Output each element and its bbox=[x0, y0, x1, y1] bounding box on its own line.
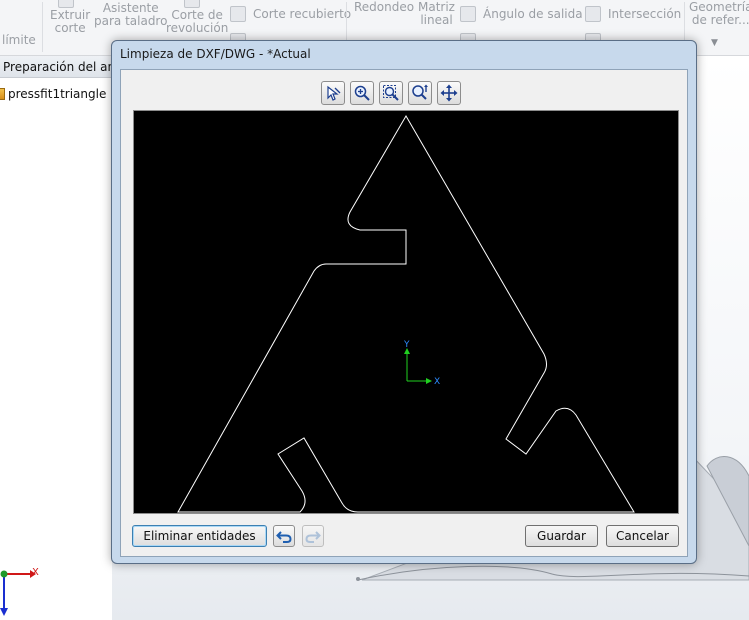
tab-label: Preparación del anál bbox=[3, 60, 126, 74]
extrude-cut-icon bbox=[58, 0, 74, 8]
zoom-in-icon bbox=[354, 85, 370, 101]
reference-triad bbox=[0, 570, 36, 616]
zoom-area-icon bbox=[383, 85, 399, 101]
triangle-outline bbox=[177, 115, 635, 513]
zoom-in-button[interactable] bbox=[350, 81, 374, 105]
zoom-fit-button[interactable] bbox=[408, 81, 432, 105]
part-icon bbox=[0, 88, 5, 100]
feature-manager-tab[interactable]: Preparación del anál bbox=[0, 56, 126, 78]
ribbon-separator bbox=[42, 2, 43, 52]
ribbon-fillet[interactable]: Redondeo bbox=[354, 1, 414, 14]
delete-entities-button[interactable]: Eliminar entidades bbox=[132, 525, 267, 547]
dxf-geometry: Y X bbox=[177, 115, 635, 513]
axis-y-label: Y bbox=[403, 340, 410, 350]
redo-button[interactable] bbox=[302, 525, 324, 547]
ribbon-lofted-cut[interactable]: Corte recubierto bbox=[253, 8, 351, 21]
ribbon-limite[interactable]: límite bbox=[2, 34, 36, 47]
dxf-cleanup-dialog: Limpieza de DXF/DWG - *Actual Y X Elimin… bbox=[111, 40, 697, 564]
axis-x-label: X bbox=[434, 377, 440, 387]
cancel-button[interactable]: Cancelar bbox=[606, 525, 679, 547]
draft-icon bbox=[460, 6, 476, 22]
save-button[interactable]: Guardar bbox=[525, 525, 598, 547]
ribbon-hole-wizard[interactable]: Asistente para taladro bbox=[94, 2, 167, 28]
ribbon-intersect[interactable]: Intersección bbox=[608, 8, 681, 21]
select-tool-icon bbox=[327, 85, 341, 101]
select-tool-button[interactable] bbox=[321, 81, 345, 105]
undo-button[interactable] bbox=[273, 525, 295, 547]
revolve-cut-icon bbox=[184, 0, 200, 8]
ribbon-draft[interactable]: Ángulo de salida bbox=[483, 8, 583, 21]
dialog-body: Y X Eliminar entidades Guardar Cancelar bbox=[120, 69, 688, 557]
triad-x-label: X bbox=[32, 567, 39, 578]
axis-x-arrow bbox=[426, 378, 432, 384]
zoom-area-button[interactable] bbox=[379, 81, 403, 105]
intersect-icon bbox=[585, 6, 601, 22]
undo-icon bbox=[276, 531, 292, 543]
dialog-title: Limpieza de DXF/DWG - *Actual bbox=[120, 47, 311, 61]
lofted-cut-icon bbox=[230, 6, 246, 22]
ribbon-reference-geometry[interactable]: Geometría de refer... bbox=[689, 1, 749, 27]
tree-item-label: pressfit1triangle (h bbox=[8, 87, 123, 101]
dxf-preview-canvas[interactable]: Y X bbox=[133, 110, 679, 514]
redo-icon bbox=[305, 531, 321, 543]
pan-icon bbox=[440, 84, 458, 102]
ribbon-linear-pattern[interactable]: Matriz lineal bbox=[418, 1, 455, 27]
ribbon-revolved-cut[interactable]: Corte de revolución bbox=[166, 9, 228, 35]
zoom-fit-icon bbox=[412, 84, 428, 100]
chevron-down-icon[interactable]: ▼ bbox=[711, 38, 718, 48]
pan-button[interactable] bbox=[437, 81, 461, 105]
ribbon-extrude-cut[interactable]: Extruir corte bbox=[50, 9, 90, 35]
